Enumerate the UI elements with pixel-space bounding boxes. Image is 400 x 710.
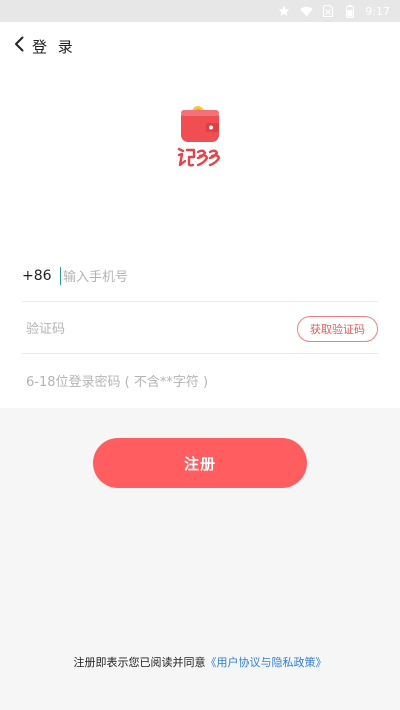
phone-input[interactable]: 输入手机号 xyxy=(63,266,378,285)
verification-code-field: 验证码 获取验证码 xyxy=(22,302,378,354)
back-button[interactable] xyxy=(0,22,32,70)
no-sim-icon xyxy=(321,4,335,18)
text-cursor xyxy=(60,266,61,285)
status-bar: 9:17 xyxy=(0,0,400,22)
status-time: 9:17 xyxy=(365,4,390,18)
password-field: 6-18位登录密码 ( 不含**字符 ) xyxy=(22,354,378,406)
battery-icon xyxy=(343,4,357,18)
chevron-left-icon xyxy=(14,36,24,56)
phone-field: +86 输入手机号 xyxy=(22,250,378,302)
agreement-prefix: 注册即表示您已阅读并同意 xyxy=(73,656,206,669)
app-logo xyxy=(177,103,223,169)
register-button[interactable]: 注册 xyxy=(93,438,307,488)
bottom-strip xyxy=(0,704,400,710)
nav-bar: 登 录 xyxy=(0,22,400,70)
agreement-link[interactable]: 《用户协议与隐私政策》 xyxy=(206,656,327,669)
wifi-icon xyxy=(299,4,313,18)
page-title: 登 录 xyxy=(32,37,76,56)
country-code-selector[interactable]: +86 xyxy=(22,268,60,284)
get-code-button[interactable]: 获取验证码 xyxy=(297,316,378,342)
star-icon xyxy=(277,4,291,18)
agreement-text: 注册即表示您已阅读并同意《用户协议与隐私政策》 xyxy=(0,654,400,670)
password-input[interactable]: 6-18位登录密码 ( 不含**字符 ) xyxy=(22,371,378,390)
